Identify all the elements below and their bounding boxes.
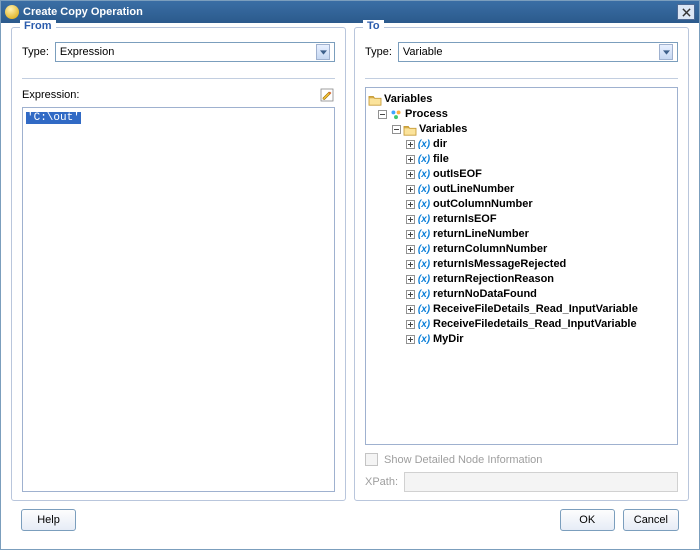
expand-icon[interactable] [406, 335, 415, 344]
tree-node-inner-variables[interactable]: Variables [368, 122, 675, 137]
tree-node-variable[interactable]: (x)returnRejectionReason [368, 272, 675, 287]
show-detailed-checkbox [365, 453, 378, 466]
window-title: Create Copy Operation [23, 6, 677, 18]
dialog-footer: Help OK Cancel [11, 501, 689, 541]
ok-button[interactable]: OK [560, 509, 615, 531]
tree-node-label: ReceiveFiledetails_Read_InputVariable [433, 317, 637, 332]
tree-node-variable[interactable]: (x)returnIsEOF [368, 212, 675, 227]
variable-icon: (x) [417, 334, 431, 346]
tree-node-variable[interactable]: (x)outColumnNumber [368, 197, 675, 212]
pencil-icon [320, 88, 334, 102]
show-detailed-label: Show Detailed Node Information [384, 454, 542, 466]
expand-icon[interactable] [406, 245, 415, 254]
variable-icon: (x) [417, 244, 431, 256]
expand-icon[interactable] [406, 290, 415, 299]
expand-icon[interactable] [406, 170, 415, 179]
variable-tree[interactable]: Variables Process [365, 87, 678, 445]
variable-icon: (x) [417, 289, 431, 301]
expand-icon[interactable] [406, 320, 415, 329]
expand-icon[interactable] [406, 230, 415, 239]
tree-node-label: ReceiveFileDetails_Read_InputVariable [433, 302, 638, 317]
from-type-label: Type: [22, 46, 49, 58]
help-button[interactable]: Help [21, 509, 76, 531]
chevron-down-icon [316, 44, 330, 60]
tree-node-variable[interactable]: (x)outLineNumber [368, 182, 675, 197]
xpath-label: XPath: [365, 476, 398, 488]
variable-icon: (x) [417, 139, 431, 151]
app-icon [5, 5, 19, 19]
folder-icon [403, 124, 417, 136]
expand-icon[interactable] [406, 305, 415, 314]
tree-node-label: outLineNumber [433, 182, 514, 197]
expand-icon[interactable] [406, 185, 415, 194]
variable-icon: (x) [417, 154, 431, 166]
tree-node-variable[interactable]: (x)ReceiveFileDetails_Read_InputVariable [368, 302, 675, 317]
collapse-icon[interactable] [392, 125, 401, 134]
variable-icon: (x) [417, 199, 431, 211]
variable-icon: (x) [417, 319, 431, 331]
close-icon [682, 8, 691, 17]
tree-node-variable[interactable]: (x)returnColumnNumber [368, 242, 675, 257]
expression-textarea[interactable]: 'C:\out' [22, 107, 335, 492]
title-bar: Create Copy Operation [1, 1, 699, 23]
process-icon [389, 109, 403, 121]
variable-icon: (x) [417, 214, 431, 226]
xpath-input [404, 472, 678, 492]
tree-node-label: returnColumnNumber [433, 242, 547, 257]
expression-label: Expression: [22, 89, 79, 101]
expand-icon[interactable] [406, 215, 415, 224]
collapse-icon[interactable] [378, 110, 387, 119]
tree-node-variable[interactable]: (x)returnLineNumber [368, 227, 675, 242]
from-legend: From [20, 20, 56, 32]
tree-node-label: MyDir [433, 332, 464, 347]
tree-node-label: returnNoDataFound [433, 287, 537, 302]
variable-icon: (x) [417, 184, 431, 196]
folder-icon [368, 94, 382, 106]
tree-node-label: returnIsMessageRejected [433, 257, 566, 272]
tree-node-variable[interactable]: (x)ReceiveFiledetails_Read_InputVariable [368, 317, 675, 332]
tree-node-label: outColumnNumber [433, 197, 533, 212]
variable-icon: (x) [417, 274, 431, 286]
tree-node-process[interactable]: Process [368, 107, 675, 122]
tree-node-variable[interactable]: (x)dir [368, 137, 675, 152]
expand-icon[interactable] [406, 140, 415, 149]
to-type-label: Type: [365, 46, 392, 58]
tree-node-variables-root[interactable]: Variables [368, 92, 675, 107]
variable-icon: (x) [417, 304, 431, 316]
tree-node-label: file [433, 152, 449, 167]
divider [22, 78, 335, 79]
to-panel: To Type: Variable Va [354, 27, 689, 501]
edit-expression-button[interactable] [319, 87, 335, 103]
variable-icon: (x) [417, 169, 431, 181]
tree-node-variable[interactable]: (x)returnIsMessageRejected [368, 257, 675, 272]
tree-node-variable[interactable]: (x)outIsEOF [368, 167, 675, 182]
tree-node-variable[interactable]: (x)file [368, 152, 675, 167]
expand-icon[interactable] [406, 260, 415, 269]
expand-icon[interactable] [406, 155, 415, 164]
close-button[interactable] [677, 4, 695, 20]
tree-node-variable[interactable]: (x)returnNoDataFound [368, 287, 675, 302]
cancel-button[interactable]: Cancel [623, 509, 679, 531]
from-panel: From Type: Expression Expression: [11, 27, 346, 501]
chevron-down-icon [659, 44, 673, 60]
from-type-select[interactable]: Expression [55, 42, 335, 62]
from-type-value: Expression [60, 46, 316, 58]
to-legend: To [363, 20, 384, 32]
to-type-value: Variable [403, 46, 659, 58]
expression-value: 'C:\out' [26, 112, 81, 124]
to-type-select[interactable]: Variable [398, 42, 678, 62]
expand-icon[interactable] [406, 275, 415, 284]
tree-node-label: returnLineNumber [433, 227, 529, 242]
divider [365, 78, 678, 79]
tree-node-label: returnRejectionReason [433, 272, 554, 287]
tree-node-variable[interactable]: (x)MyDir [368, 332, 675, 347]
variable-icon: (x) [417, 259, 431, 271]
tree-node-label: outIsEOF [433, 167, 482, 182]
tree-node-label: returnIsEOF [433, 212, 497, 227]
tree-node-label: dir [433, 137, 447, 152]
variable-icon: (x) [417, 229, 431, 241]
expand-icon[interactable] [406, 200, 415, 209]
